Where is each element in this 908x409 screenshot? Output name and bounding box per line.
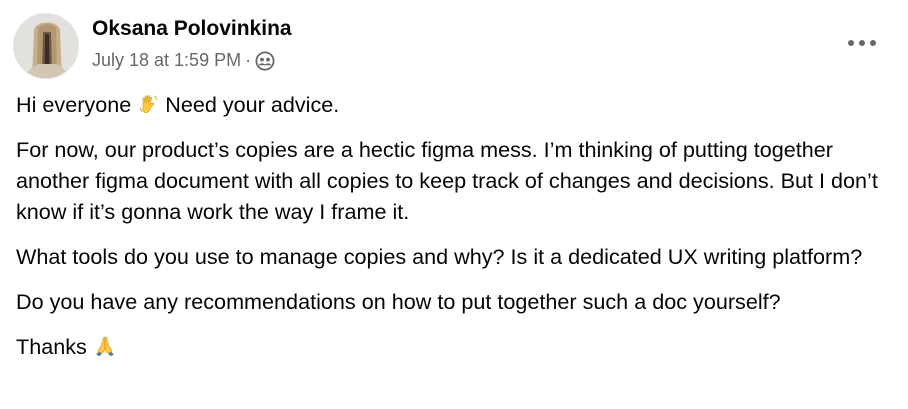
avatar-image	[14, 14, 78, 78]
post-meta: July 18 at 1:59 PM ·	[92, 49, 275, 71]
thanks-text: Thanks	[16, 334, 87, 359]
post-paragraph-2: For now, our product’s copies are a hect…	[16, 137, 878, 224]
friends-icon[interactable]	[255, 51, 275, 71]
post-header: Oksana Polovinkina July 18 at 1:59 PM ·	[13, 13, 892, 79]
more-options-icon[interactable]	[840, 27, 884, 59]
post-timestamp[interactable]: July 18 at 1:59 PM	[92, 50, 241, 71]
advice-text: Need your advice.	[165, 92, 340, 117]
greeting-text: Hi everyone	[16, 92, 132, 117]
post-paragraph-3: What tools do you use to manage copies a…	[16, 244, 863, 269]
post-paragraph-5: Thanks	[16, 331, 896, 362]
folded-hands-emoji	[93, 334, 117, 358]
waving-hand-emoji	[137, 92, 161, 116]
post-paragraph-1: Hi everyone Need your advice.	[16, 89, 896, 120]
post-paragraph-4: Do you have any recommendations on how t…	[16, 289, 781, 314]
avatar[interactable]	[13, 13, 79, 79]
facebook-post: Oksana Polovinkina July 18 at 1:59 PM ·	[0, 0, 908, 409]
meta-separator: ·	[245, 49, 252, 70]
author-name[interactable]: Oksana Polovinkina	[92, 17, 292, 41]
post-body: Hi everyone Need your advice. For now, o…	[16, 89, 896, 376]
